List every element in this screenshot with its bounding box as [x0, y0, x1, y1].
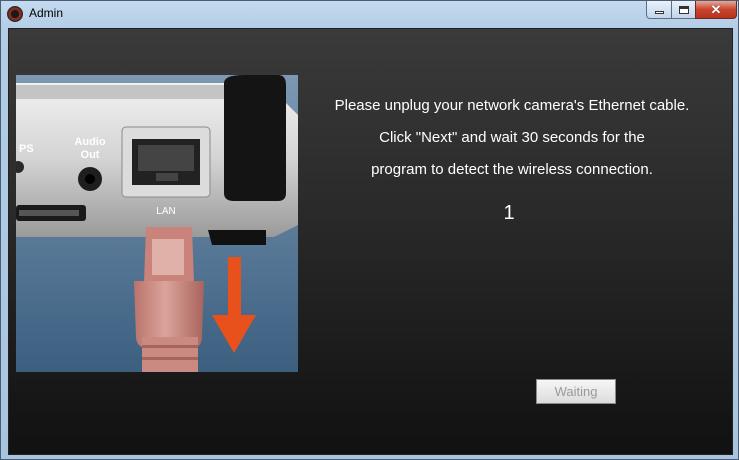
maximize-button[interactable]: [671, 1, 696, 19]
audio-out-label: Out: [81, 149, 100, 161]
camera-app-icon[interactable]: [7, 6, 23, 22]
lan-label: LAN: [156, 206, 175, 217]
close-button[interactable]: ✕: [695, 1, 737, 19]
ps-label: PS: [19, 143, 34, 155]
minimize-button[interactable]: [646, 1, 672, 19]
countdown-counter: 1: [503, 202, 515, 224]
instruction-line-1: Please unplug your network camera's Ethe…: [334, 97, 690, 114]
audio-label: Audio: [74, 136, 105, 148]
waiting-button[interactable]: Waiting: [536, 379, 616, 404]
maximize-icon: [678, 5, 689, 14]
minimize-icon: [654, 11, 664, 14]
title-bar[interactable]: Admin ✕: [1, 1, 738, 27]
admin-window: Admin ✕ PS Audio Out LAN Please unplug y…: [0, 0, 739, 460]
wizard-content: PS Audio Out LAN Please unplug your netw…: [8, 28, 733, 455]
unplug-ethernet-illustration: PS Audio Out LAN: [16, 75, 298, 372]
close-icon: ✕: [710, 2, 722, 17]
window-title: Admin: [29, 6, 64, 20]
instruction-line-2: Click "Next" and wait 30 seconds for the: [379, 129, 645, 146]
instruction-line-3: program to detect the wireless connectio…: [371, 161, 653, 178]
